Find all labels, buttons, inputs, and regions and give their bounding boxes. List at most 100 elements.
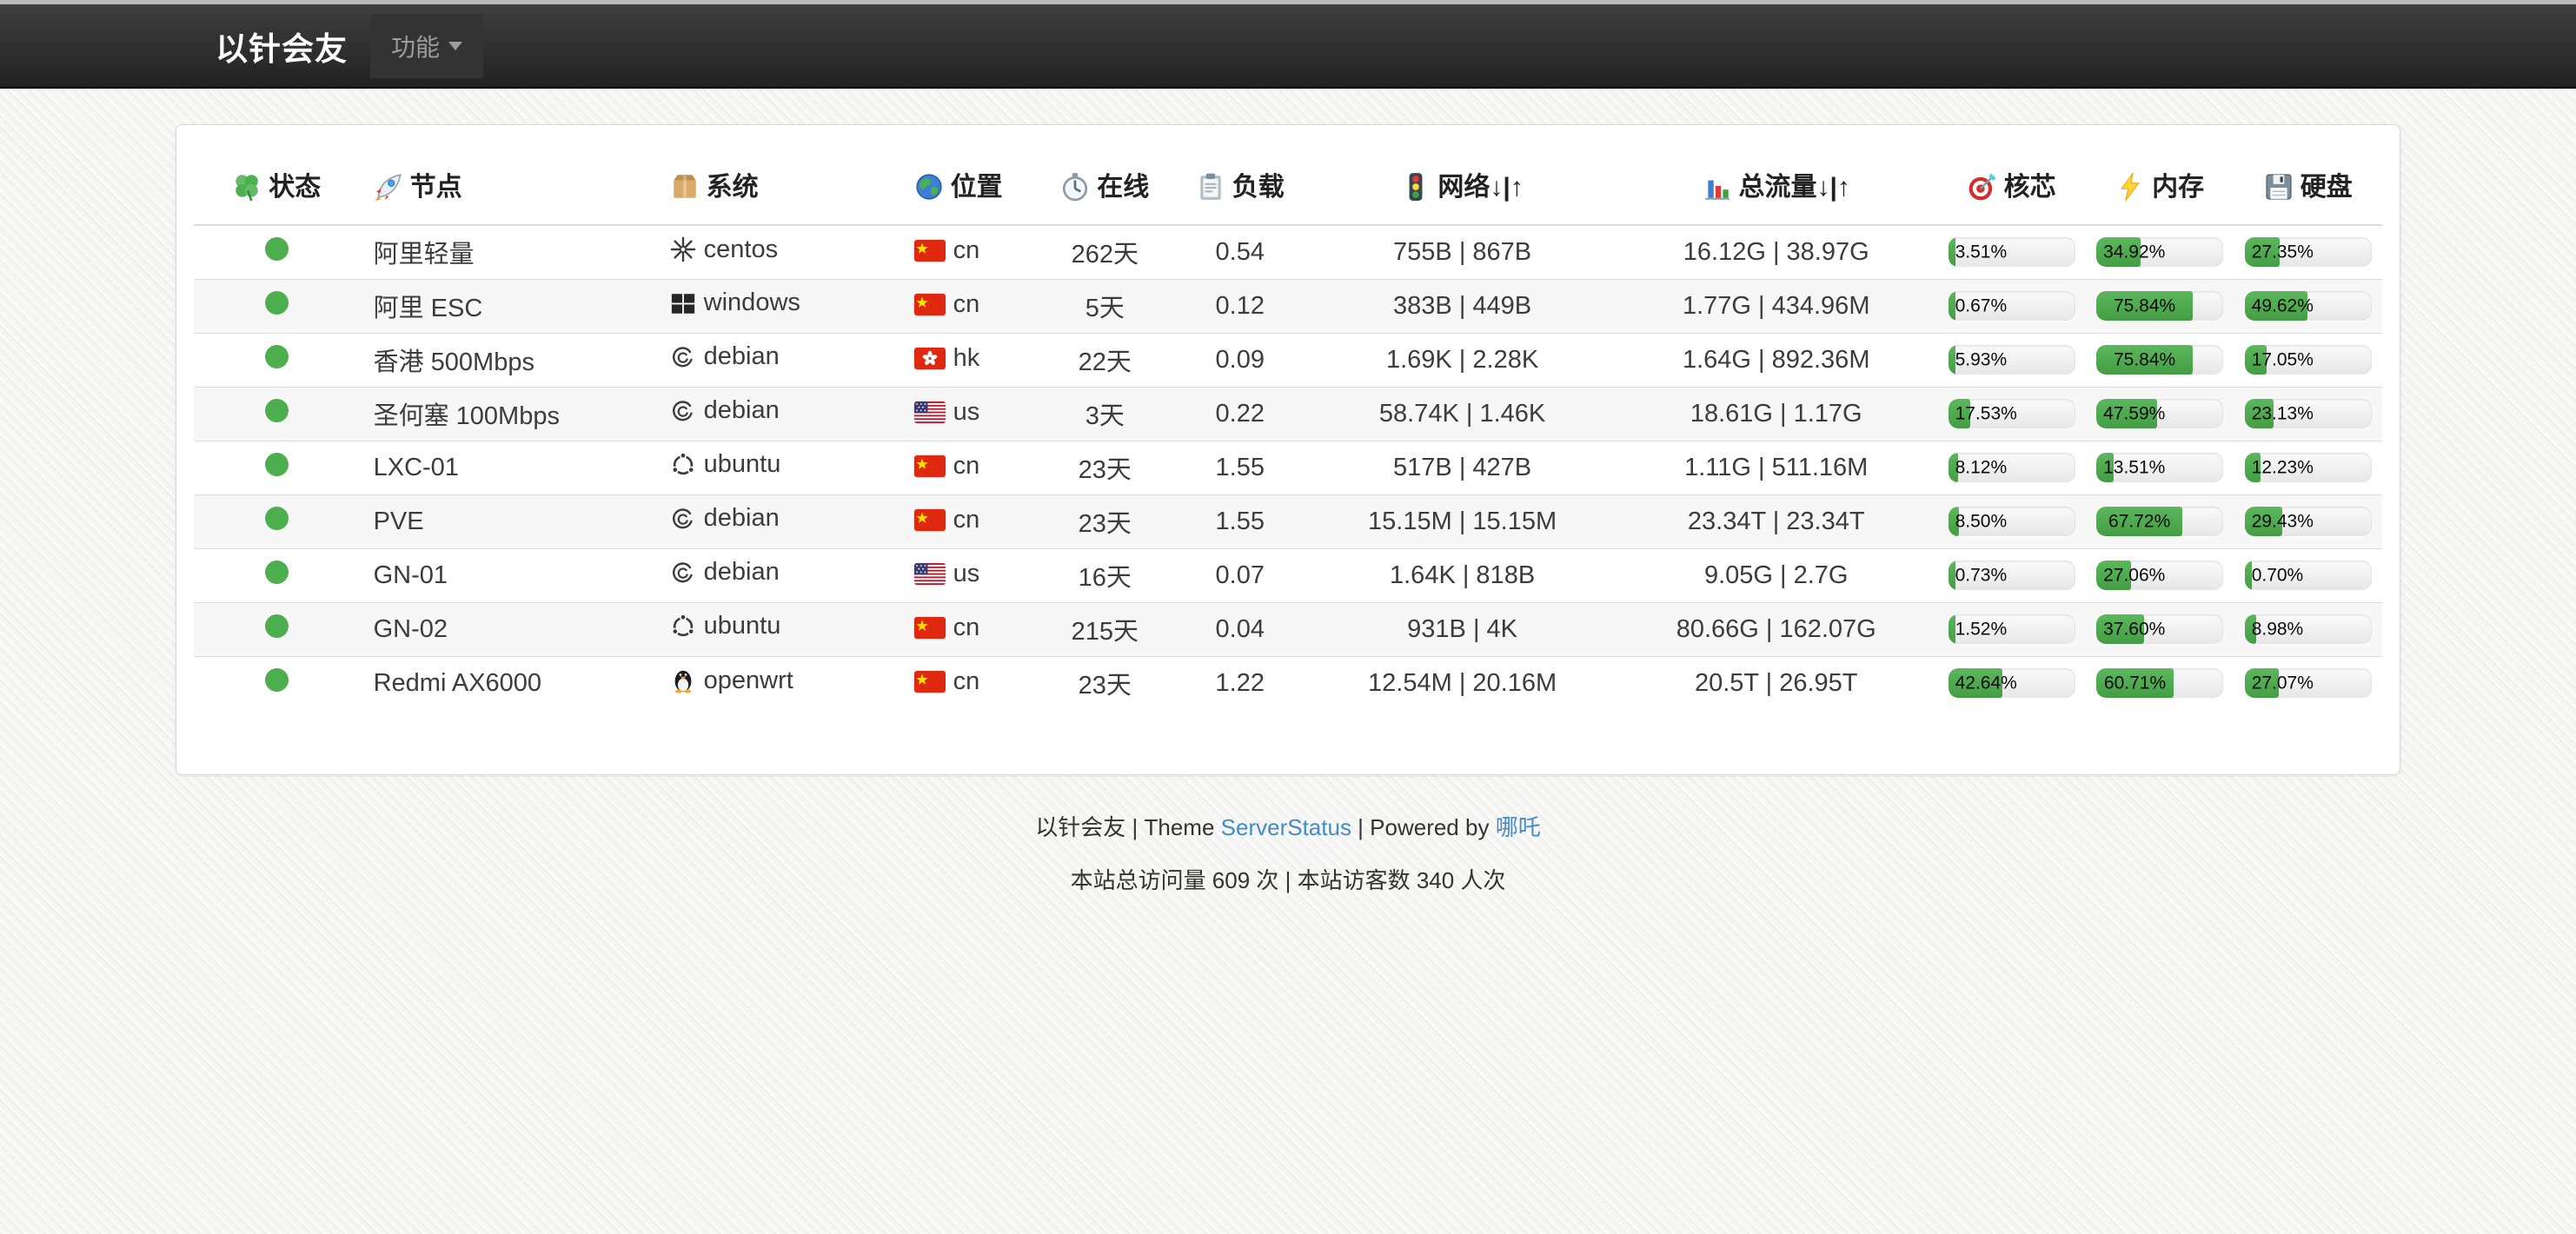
column-header-label: 在线 xyxy=(1097,173,1149,202)
uptime-value: 3天 xyxy=(1086,402,1125,430)
online-status-dot xyxy=(265,291,289,315)
column-header-label: 核芯 xyxy=(2004,173,2056,202)
server-row[interactable]: LXC-01 ubuntu cn 23天 1.55 517B | 427B 1.… xyxy=(194,441,2382,494)
visit-stats: 本站总访问量 609 次 | 本站访客数 340 人次 xyxy=(0,863,2576,895)
node-name: LXC-01 xyxy=(374,454,459,481)
ram-percent-label: 47.59% xyxy=(2103,405,2165,423)
cpu-progress-bar: 42.64% xyxy=(1949,668,2075,698)
os-name: debian xyxy=(704,504,780,533)
os-name: debian xyxy=(704,396,780,425)
total-traffic: 9.05G | 2.7G xyxy=(1704,561,1849,589)
lightning-icon xyxy=(2115,172,2145,202)
server-row[interactable]: GN-01 debian us 16天 0.07 1.64K | 818B 9.… xyxy=(194,548,2382,602)
debian-icon xyxy=(670,506,696,532)
navbar: 以针会友 功能 xyxy=(0,4,2576,89)
column-header-label: 节点 xyxy=(410,173,462,202)
uptime-value: 23天 xyxy=(1079,456,1132,484)
traffic-light-icon xyxy=(1401,172,1431,202)
server-row[interactable]: PVE debian cn 23天 1.55 15.15M | 15.15M 2… xyxy=(194,494,2382,548)
ram-progress-bar: 27.06% xyxy=(2096,561,2223,590)
debian-icon xyxy=(670,398,696,424)
country-code: cn xyxy=(953,290,980,319)
load-value: 0.04 xyxy=(1216,615,1265,643)
disk-progress-bar: 27.35% xyxy=(2245,237,2372,267)
servers-table: 状态 节点 系统 位置 在线 负载 网络↓|↑ 总流量↓|↑ 核芯 内存 硬盘 … xyxy=(194,143,2382,710)
network-speed: 931B | 4K xyxy=(1407,615,1517,643)
server-row[interactable]: Redmi AX6000 openwrt cn 23天 1.22 12.54M … xyxy=(194,656,2382,710)
cpu-percent-label: 3.51% xyxy=(1955,243,2008,262)
server-row[interactable]: 阿里轻量 centos cn 262天 0.54 755B | 867B 16.… xyxy=(194,225,2382,279)
server-row[interactable]: 阿里 ESC windows cn 5天 0.12 383B | 449B 1.… xyxy=(194,279,2382,333)
debian-icon xyxy=(670,560,696,586)
cpu-progress-bar: 5.93% xyxy=(1949,345,2075,375)
disk-progress-bar: 29.43% xyxy=(2245,507,2372,536)
credit-mid: | Powered by xyxy=(1351,814,1496,840)
cpu-percent-label: 42.64% xyxy=(1955,674,2017,693)
stopwatch-icon xyxy=(1060,172,1090,202)
country-code: cn xyxy=(953,667,980,696)
server-row[interactable]: GN-02 ubuntu cn 215天 0.04 931B | 4K 80.6… xyxy=(194,602,2382,656)
column-header-label: 状态 xyxy=(269,173,321,202)
ram-percent-label: 60.71% xyxy=(2104,674,2166,693)
disk-percent-label: 29.43% xyxy=(2252,513,2314,531)
cpu-progress-bar: 0.73% xyxy=(1949,561,2075,590)
cpu-percent-label: 8.12% xyxy=(1955,459,2008,477)
os-name: openwrt xyxy=(704,667,793,695)
cpu-percent-label: 0.67% xyxy=(1955,297,2008,315)
load-value: 0.07 xyxy=(1216,561,1265,589)
column-header-label: 硬盘 xyxy=(2300,173,2353,202)
ubuntu-icon xyxy=(670,452,696,478)
total-traffic: 18.61G | 1.17G xyxy=(1690,400,1862,428)
online-status-dot xyxy=(265,507,289,530)
theme-link[interactable]: ServerStatus xyxy=(1221,814,1351,840)
functions-dropdown-label: 功能 xyxy=(391,29,440,63)
column-header-system: 系统 xyxy=(656,143,900,225)
ram-percent-label: 13.51% xyxy=(2103,459,2165,477)
ram-progress-bar: 37.60% xyxy=(2096,614,2223,644)
cpu-percent-label: 8.50% xyxy=(1955,513,2008,531)
functions-dropdown-toggle[interactable]: 功能 xyxy=(370,14,483,78)
node-name: 阿里轻量 xyxy=(374,241,475,269)
server-row[interactable]: 香港 500Mbps debian hk 22天 0.09 1.69K | 2.… xyxy=(194,333,2382,387)
rocket-icon xyxy=(374,172,403,202)
credit-line: 以针会友 | Theme ServerStatus | Powered by 哪… xyxy=(0,810,2576,842)
os-name: ubuntu xyxy=(704,450,781,479)
os-name: windows xyxy=(704,289,800,317)
node-name: 阿里 ESC xyxy=(374,295,483,322)
server-row[interactable]: 圣何塞 100Mbps debian us 3天 0.22 58.74K | 1… xyxy=(194,387,2382,441)
ram-progress-bar: 34.92% xyxy=(2096,237,2223,267)
country-code: cn xyxy=(953,452,980,481)
ram-percent-label: 75.84% xyxy=(2114,351,2175,369)
uptime-value: 16天 xyxy=(1079,564,1132,592)
online-status-dot xyxy=(265,237,289,261)
column-header-label: 位置 xyxy=(951,173,1003,202)
column-header-node: 节点 xyxy=(360,143,656,225)
powered-by-link[interactable]: 哪吒 xyxy=(1496,814,1541,840)
column-header-uptime: 在线 xyxy=(1039,143,1170,225)
ram-progress-bar: 75.84% xyxy=(2096,345,2223,375)
node-name: PVE xyxy=(374,508,424,535)
cpu-percent-label: 0.73% xyxy=(1955,567,2008,585)
load-value: 1.22 xyxy=(1216,669,1265,697)
network-speed: 15.15M | 15.15M xyxy=(1368,508,1557,535)
cpu-percent-label: 5.93% xyxy=(1955,351,2008,369)
debian-icon xyxy=(670,344,696,370)
column-header-label: 网络↓|↑ xyxy=(1437,173,1523,202)
total-traffic: 23.34T | 23.34T xyxy=(1688,508,1865,535)
column-header-status: 状态 xyxy=(194,143,360,225)
clover-icon xyxy=(232,172,262,202)
load-value: 0.09 xyxy=(1216,346,1265,374)
load-value: 1.55 xyxy=(1216,454,1265,481)
disk-percent-label: 17.05% xyxy=(2252,351,2314,369)
server-status-card: 状态 节点 系统 位置 在线 负载 网络↓|↑ 总流量↓|↑ 核芯 内存 硬盘 … xyxy=(176,124,2400,775)
navbar-brand[interactable]: 以针会友 xyxy=(216,23,348,70)
cn-flag-icon xyxy=(914,509,946,531)
page-footer: 以针会友 | Theme ServerStatus | Powered by 哪… xyxy=(0,810,2576,895)
os-name: centos xyxy=(704,236,778,264)
country-code: hk xyxy=(953,344,980,373)
clipboard-icon xyxy=(1196,172,1225,202)
uptime-value: 215天 xyxy=(1072,618,1139,646)
online-status-dot xyxy=(265,668,289,692)
cn-flag-icon xyxy=(914,671,946,693)
uptime-value: 23天 xyxy=(1079,672,1132,700)
